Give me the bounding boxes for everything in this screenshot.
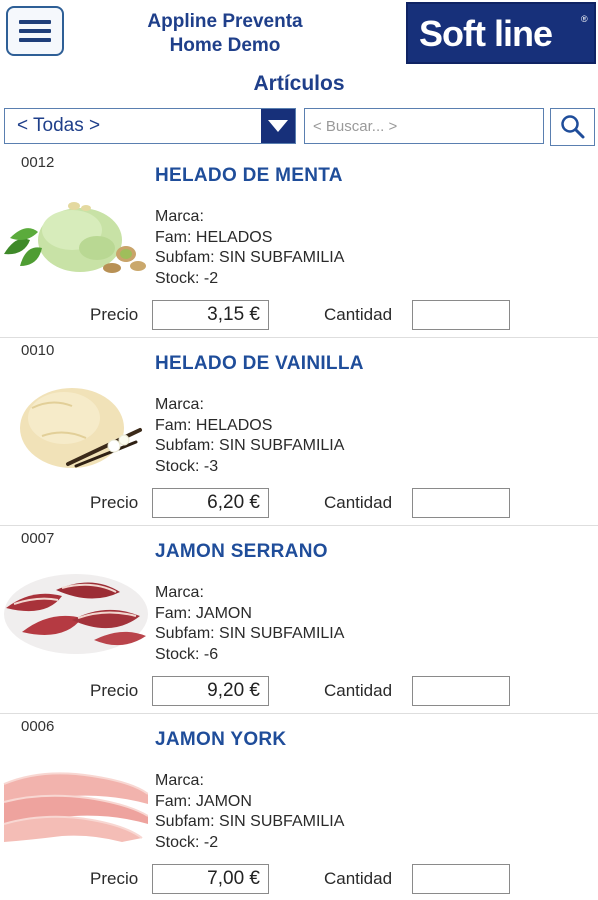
serrano-ham-image [4,574,148,654]
product-details: Marca: Fam: JAMON Subfam: SIN SUBFAMILIA… [155,771,344,853]
product-name[interactable]: HELADO DE VAINILLA [155,353,364,375]
category-select[interactable]: < Todas > [4,108,296,144]
product-details: Marca: Fam: HELADOS Subfam: SIN SUBFAMIL… [155,395,344,477]
quantity-input[interactable] [412,300,510,330]
page-title: Artículos [253,72,345,95]
app-title: Appline Preventa Home Demo [100,10,350,58]
category-select-value: < Todas > [17,115,101,136]
mint-ice-cream-image [4,202,146,273]
price-value: 7,00 € [152,864,269,894]
product-name[interactable]: JAMON YORK [155,729,286,751]
product-family: Fam: HELADOS [155,228,273,246]
product-subfamily: Subfam: SIN SUBFAMILIA [155,813,345,830]
product-subfamily: Subfam: SIN SUBFAMILIA [155,625,345,642]
softline-logo: Soft line ® [406,2,596,64]
price-label: Precio [90,681,139,700]
quantity-input[interactable] [412,864,510,894]
product-family: Fam: HELADOS [155,416,273,434]
product-subfamily: Subfam: SIN SUBFAMILIA [155,249,345,266]
quantity-label: Cantidad [324,681,393,700]
product-code: 0010 [21,342,55,359]
app-header: Appline Preventa Home Demo Soft line ® [0,0,598,68]
product-brand: Marca: [155,208,204,225]
product-stock: Stock: -2 [155,833,219,851]
app-title-line2: Home Demo [169,35,281,56]
menu-button[interactable] [6,6,64,56]
dropdown-arrow-icon[interactable] [261,109,295,143]
app-title-line1: Appline Preventa [147,11,303,32]
search-icon [560,115,584,139]
product-list: 0012 HELADO DE MENTA Marca: Fam: HELADOS… [0,150,598,900]
filter-bar: < Todas > [0,108,598,146]
price-value: 6,20 € [152,488,269,518]
product-code: 0006 [21,718,55,735]
product-details: Marca: Fam: JAMON Subfam: SIN SUBFAMILIA… [155,583,344,665]
price-label: Precio [90,305,139,324]
product-family: Fam: JAMON [155,604,252,622]
product-name[interactable]: JAMON SERRANO [155,541,328,563]
price-label: Precio [90,869,139,888]
york-ham-image [3,772,148,842]
product-code: 0012 [21,154,55,171]
product-brand: Marca: [155,772,204,789]
product-brand: Marca: [155,584,204,601]
logo-text: Soft line [419,13,552,54]
search-button[interactable] [550,108,595,146]
hamburger-icon-bar [19,38,51,42]
product-family: Fam: JAMON [155,792,252,810]
price-value: 3,15 € [152,300,269,330]
quantity-label: Cantidad [324,493,393,512]
search-input[interactable] [304,108,544,144]
product-item[interactable]: 0012 HELADO DE MENTA Marca: Fam: HELADOS… [0,150,598,338]
product-stock: Stock: -3 [155,457,219,475]
product-item[interactable]: 0007 JAMON SERRANO Marca: Fam: JAMON Sub… [0,526,598,714]
hamburger-icon [19,20,51,24]
hamburger-icon-bar [19,29,51,33]
product-item[interactable]: 0006 JAMON YORK Marca: Fam: JAMON Subfam… [0,714,598,900]
product-item[interactable]: 0010 HELADO DE VAINILLA Marca: Fam: HELA… [0,338,598,526]
quantity-input[interactable] [412,676,510,706]
quantity-label: Cantidad [324,869,393,888]
quantity-label: Cantidad [324,305,393,324]
vanilla-ice-cream-image [20,388,142,468]
price-value: 9,20 € [152,676,269,706]
product-stock: Stock: -6 [155,645,219,663]
product-brand: Marca: [155,396,204,413]
quantity-input[interactable] [412,488,510,518]
price-label: Precio [90,493,139,512]
product-code: 0007 [21,530,55,547]
product-subfamily: Subfam: SIN SUBFAMILIA [155,437,345,454]
product-stock: Stock: -2 [155,269,219,287]
svg-text:®: ® [581,14,588,24]
product-details: Marca: Fam: HELADOS Subfam: SIN SUBFAMIL… [155,207,344,289]
product-name[interactable]: HELADO DE MENTA [155,165,343,187]
